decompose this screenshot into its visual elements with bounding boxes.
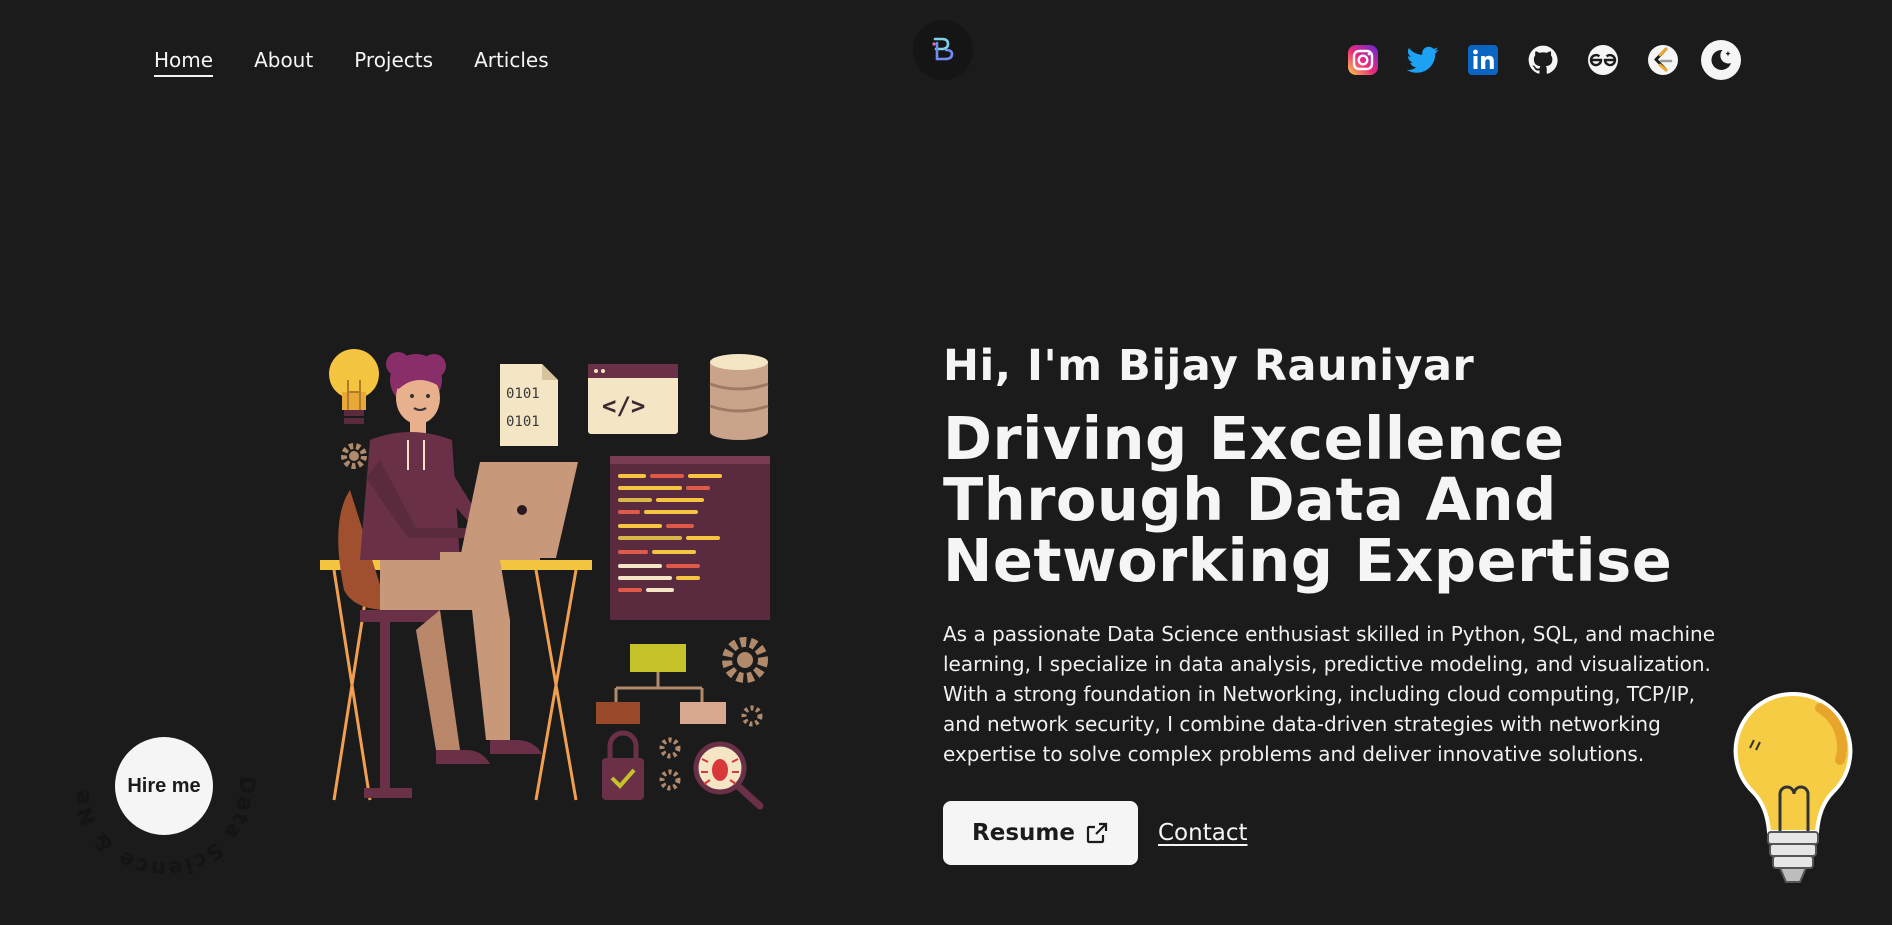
contact-link[interactable]: Contact <box>1158 820 1247 846</box>
instagram-icon[interactable] <box>1347 44 1379 76</box>
hero-section: Hi, I'm Bijay Rauniyar Driving Excellenc… <box>943 338 1743 769</box>
svg-text:</>: </> <box>602 392 645 420</box>
nav-link-home[interactable]: Home <box>154 48 214 77</box>
top-navigation: Home About Projects Articles <box>0 0 1892 120</box>
lightbulb-decoration <box>1728 688 1858 898</box>
binary-document-icon: 0101 0101 <box>500 364 558 446</box>
twitter-icon[interactable] <box>1407 44 1439 76</box>
nav-links: Home About Projects Articles <box>154 48 590 77</box>
gear-icon <box>722 637 768 683</box>
moon-icon[interactable] <box>1701 40 1741 80</box>
greeting: Hi, I'm Bijay Rauniyar <box>943 341 1475 391</box>
gear-icon <box>659 737 681 759</box>
flowchart-icon <box>596 644 726 724</box>
developer-illustration: 0101 0101 </> <box>320 340 780 820</box>
hero-headline: Driving Excellence Through Data And Netw… <box>943 404 1673 595</box>
bug-magnifier-icon <box>693 741 764 810</box>
nav-link-about[interactable]: About <box>254 48 313 72</box>
svg-text:0101: 0101 <box>506 386 540 402</box>
nav-link-articles[interactable]: Articles <box>474 48 549 72</box>
lock-icon <box>602 730 644 800</box>
resume-label: Resume <box>972 820 1075 846</box>
logo-icon[interactable] <box>913 20 973 80</box>
hero-actions: Resume Contact <box>943 801 1247 865</box>
svg-text:0101: 0101 <box>506 414 540 430</box>
portfolio-page: Home About Projects Articles 0101 0101 <… <box>0 0 1892 925</box>
code-panel-icon <box>610 456 770 620</box>
nav-link-projects[interactable]: Projects <box>354 48 433 72</box>
hero-bio: As a passionate Data Science enthusiast … <box>943 622 1716 766</box>
gear-icon <box>741 705 763 727</box>
github-icon[interactable] <box>1527 44 1559 76</box>
social-links <box>1347 40 1741 80</box>
gear-icon <box>341 443 367 469</box>
code-window-icon: </> <box>588 364 678 434</box>
gear-icon <box>659 769 681 791</box>
hire-me-button[interactable]: Hire me <box>115 737 213 835</box>
hire-me-badge: Data Science & Networking Specialist Hir… <box>53 667 264 886</box>
external-link-icon <box>1085 821 1109 845</box>
resume-button[interactable]: Resume <box>943 801 1138 865</box>
geeksforgeeks-icon[interactable] <box>1587 44 1619 76</box>
lightbulb-icon <box>329 349 379 424</box>
leetcode-icon[interactable] <box>1647 44 1679 76</box>
linkedin-icon[interactable] <box>1467 44 1499 76</box>
database-icon <box>709 354 769 440</box>
